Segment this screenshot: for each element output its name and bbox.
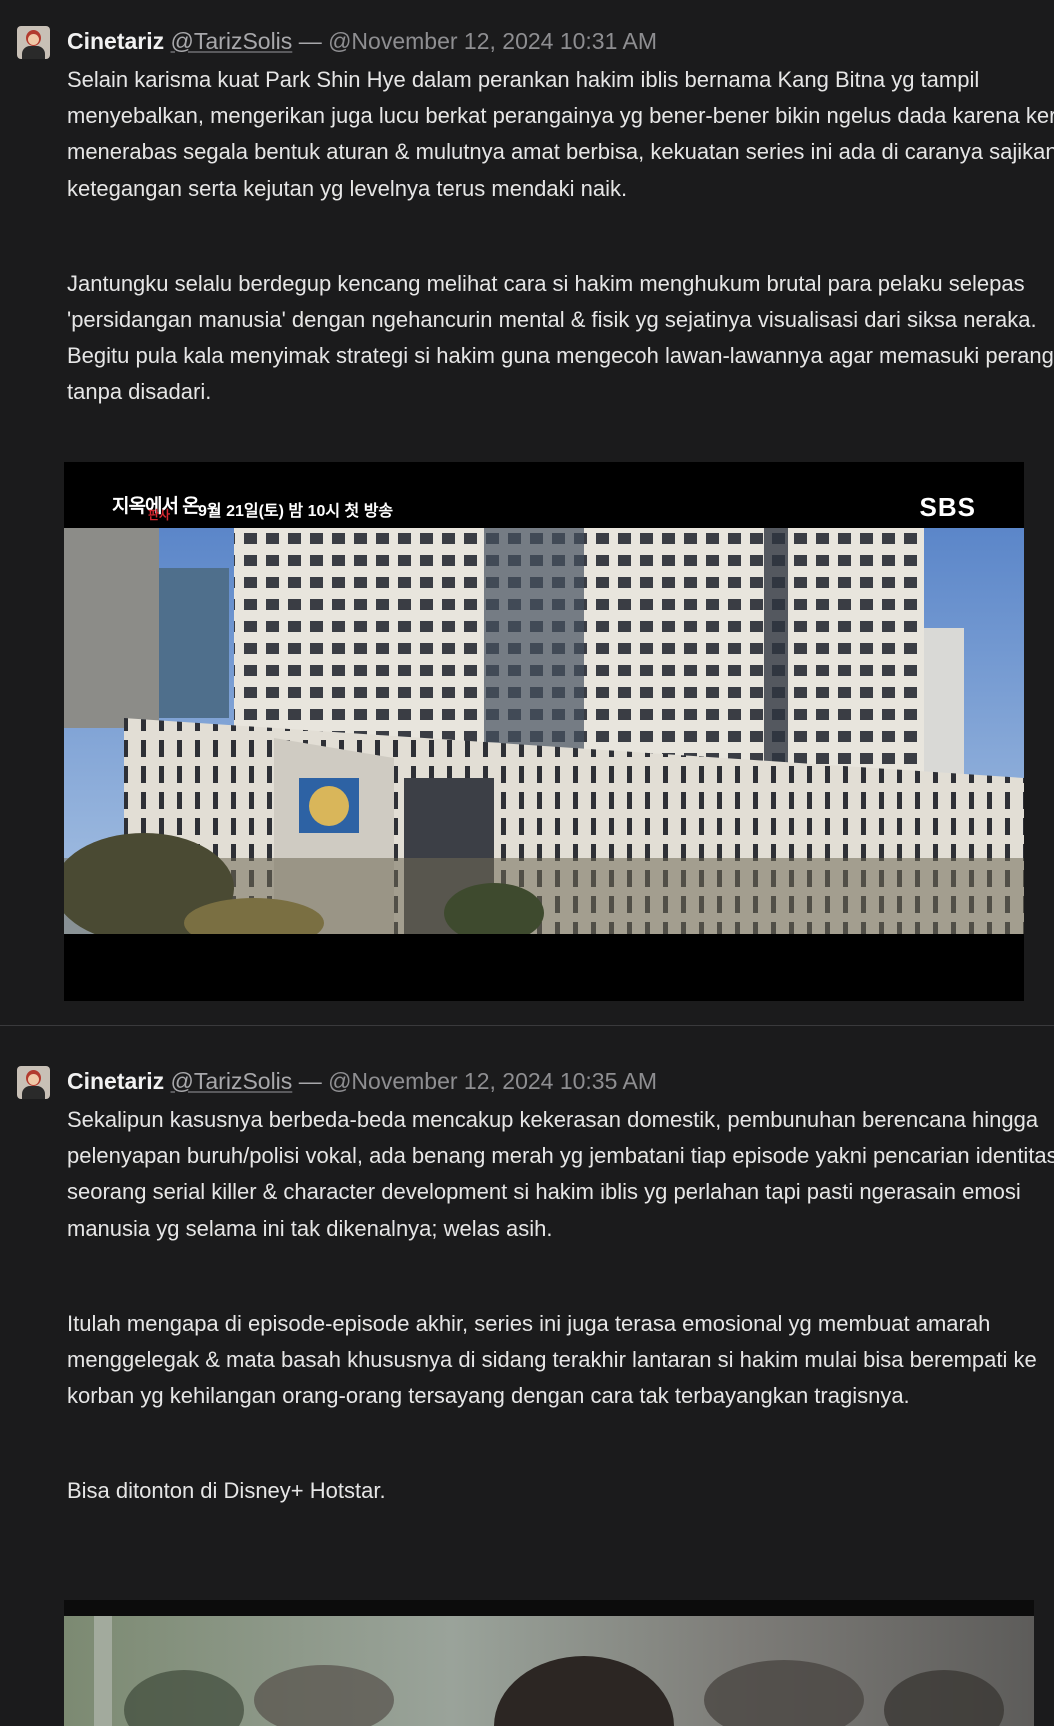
message-divider	[0, 1025, 1054, 1026]
message-header: Cinetariz @TarizSolis — @November 12, 20…	[67, 1066, 1054, 1096]
court-building-photo	[64, 528, 1024, 934]
separator: —	[298, 28, 322, 54]
message-header: Cinetariz @TarizSolis — @November 12, 20…	[67, 26, 1054, 56]
attached-image-court-building[interactable]: 지옥에서 온 판사 9월 21일(토) 밤 10시 첫 방송 SBS	[64, 462, 1024, 1001]
crowd-photo	[64, 1600, 1034, 1726]
channel-logo: SBS	[919, 492, 976, 522]
message-post-2: Cinetariz @TarizSolis — @November 12, 20…	[0, 1066, 1054, 1510]
author-name[interactable]: Cinetariz	[67, 1068, 164, 1094]
broadcast-date-text: 9월 21일(토) 밤 10시 첫 방송	[198, 503, 394, 520]
author-handle[interactable]: @TarizSolis	[171, 28, 293, 54]
attached-image-crowd[interactable]	[64, 1600, 1034, 1726]
message-paragraph: Jantungku selalu berdegup kencang meliha…	[67, 270, 1054, 405]
author-name[interactable]: Cinetariz	[67, 28, 164, 54]
separator: —	[298, 1068, 322, 1094]
message-paragraph: Selain karisma kuat Park Shin Hye dalam …	[67, 67, 1054, 201]
timestamp: @November 12, 2024 10:31 AM	[328, 28, 658, 54]
message-paragraph: Sekalipun kasusnya berbeda-beda mencakup…	[67, 1107, 1054, 1241]
author-handle[interactable]: @TarizSolis	[171, 1068, 293, 1094]
message-paragraph: Itulah mengapa di episode-episode akhir,…	[67, 1310, 1037, 1409]
show-logo-text-red: 판사	[148, 508, 171, 522]
message-post-1: Cinetariz @TarizSolis — @November 12, 20…	[0, 26, 1054, 411]
message-paragraph: Bisa ditonton di Disney+ Hotstar.	[67, 1478, 386, 1504]
timestamp: @November 12, 2024 10:35 AM	[328, 1068, 658, 1094]
